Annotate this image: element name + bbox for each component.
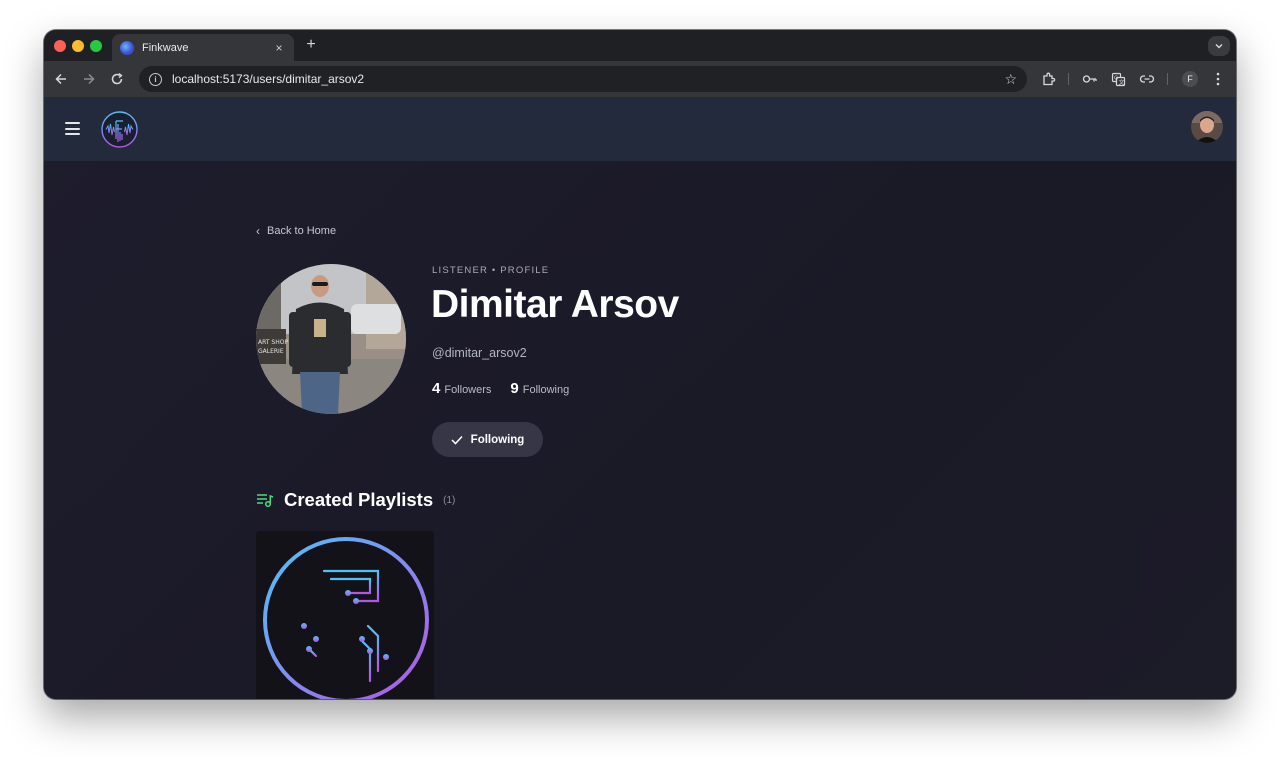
tab-strip: Finkwave × + bbox=[44, 30, 1236, 61]
svg-text:GALERIE: GALERIE bbox=[258, 348, 284, 355]
tab-close-icon[interactable]: × bbox=[272, 41, 286, 55]
profile-username: @dimitar_arsov2 bbox=[432, 346, 527, 360]
followers-count[interactable]: 4 bbox=[432, 380, 440, 397]
arrow-right-icon bbox=[84, 73, 95, 85]
playlist-music-icon bbox=[257, 494, 274, 508]
reload-icon bbox=[111, 72, 123, 85]
following-count[interactable]: 9 bbox=[510, 380, 518, 397]
reload-button[interactable] bbox=[108, 70, 126, 88]
close-window-button[interactable] bbox=[54, 40, 66, 52]
translate-icon: 文G bbox=[1111, 72, 1125, 86]
profile-photo-image: ART SHOP GALERIE bbox=[256, 264, 406, 414]
forward-button[interactable] bbox=[80, 70, 98, 88]
following-button-label: Following bbox=[470, 433, 525, 446]
playlist-cover-image bbox=[256, 531, 434, 699]
section-count: (1) bbox=[443, 494, 456, 506]
chevron-down-icon bbox=[1215, 44, 1223, 49]
finkwave-favicon-icon bbox=[120, 40, 134, 55]
profile-stats: 4 Followers 9 Following bbox=[432, 380, 569, 397]
address-bar[interactable]: i localhost:5173/users/dimitar_arsov2 ☆ bbox=[139, 66, 1027, 92]
browser-menu-button[interactable] bbox=[1209, 70, 1227, 88]
toolbar-divider bbox=[1167, 73, 1168, 85]
translate-button[interactable]: 文G bbox=[1109, 70, 1127, 88]
site-info-icon[interactable]: i bbox=[149, 72, 162, 86]
browser-tab[interactable]: Finkwave × bbox=[112, 34, 294, 61]
app-content: ‹ Back to Home ART SHOP GALERIE LISTENER… bbox=[44, 97, 1236, 699]
bookmark-star-icon[interactable]: ☆ bbox=[1004, 71, 1017, 88]
section-title: Created Playlists bbox=[284, 489, 434, 510]
chevron-left-icon: ‹ bbox=[256, 224, 260, 238]
profile-photo: ART SHOP GALERIE bbox=[256, 264, 406, 414]
key-icon bbox=[1082, 75, 1097, 83]
maximize-window-button[interactable] bbox=[90, 40, 102, 52]
browser-toolbar: i localhost:5173/users/dimitar_arsov2 ☆ … bbox=[44, 61, 1236, 97]
checkmark-icon bbox=[451, 435, 463, 445]
link-icon bbox=[1139, 75, 1155, 83]
profile-display-name: Dimitar Arsov bbox=[431, 283, 679, 326]
toolbar-divider bbox=[1068, 73, 1069, 85]
tab-title: Finkwave bbox=[142, 41, 189, 54]
new-tab-button[interactable]: + bbox=[302, 36, 320, 54]
browser-window: Finkwave × + i localhost:5173/users/dimi… bbox=[44, 30, 1236, 699]
followers-label[interactable]: Followers bbox=[444, 384, 491, 396]
back-button[interactable] bbox=[52, 70, 70, 88]
copy-link-button[interactable] bbox=[1138, 70, 1156, 88]
password-manager-button[interactable] bbox=[1081, 70, 1099, 88]
url-text[interactable]: localhost:5173/users/dimitar_arsov2 bbox=[172, 72, 1004, 86]
following-label[interactable]: Following bbox=[523, 384, 569, 396]
svg-text:G: G bbox=[1114, 75, 1118, 81]
back-to-home-label: Back to Home bbox=[267, 225, 337, 237]
role-label: LISTENER • PROFILE bbox=[432, 265, 550, 276]
created-playlists-header: Created Playlists (1) bbox=[256, 489, 455, 511]
user-avatar[interactable] bbox=[1191, 111, 1223, 143]
playlist-card[interactable] bbox=[256, 531, 434, 699]
app-header bbox=[44, 97, 1236, 161]
logo-icon bbox=[101, 111, 138, 148]
more-vertical-icon bbox=[1216, 72, 1220, 86]
svg-text:文: 文 bbox=[1118, 78, 1124, 86]
tab-search-button[interactable] bbox=[1208, 36, 1230, 56]
arrow-left-icon bbox=[55, 73, 66, 85]
finkwave-logo[interactable] bbox=[101, 111, 138, 148]
profile-button[interactable]: F bbox=[1181, 70, 1199, 88]
puzzle-icon bbox=[1042, 72, 1055, 85]
svg-text:ART SHOP: ART SHOP bbox=[258, 339, 288, 346]
avatar-image bbox=[1191, 111, 1223, 143]
following-toggle-button[interactable]: Following bbox=[432, 422, 543, 457]
minimize-window-button[interactable] bbox=[72, 40, 84, 52]
back-to-home-link[interactable]: ‹ Back to Home bbox=[256, 224, 336, 238]
extensions-button[interactable] bbox=[1039, 70, 1057, 88]
menu-icon[interactable] bbox=[65, 122, 80, 135]
profile-initial: F bbox=[1182, 71, 1198, 87]
